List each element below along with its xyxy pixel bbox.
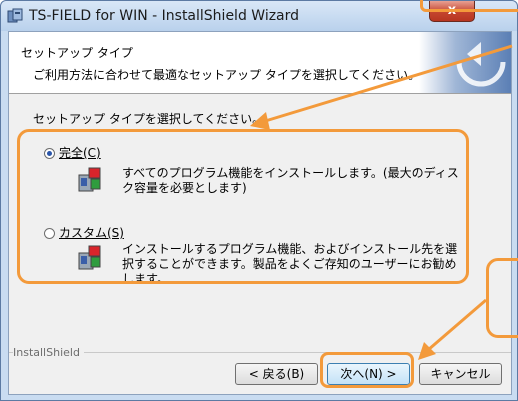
arrow-head-options — [250, 112, 270, 130]
annotation-arrows — [250, 44, 513, 360]
